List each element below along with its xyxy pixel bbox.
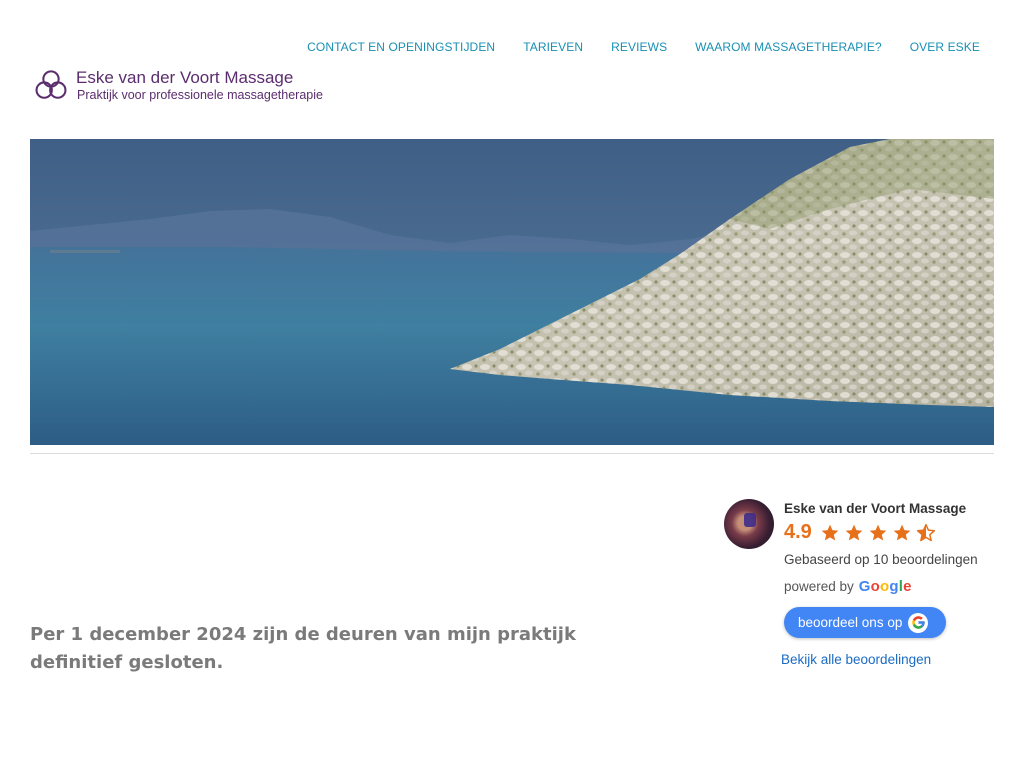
review-us-button[interactable]: beoordeel ons op <box>784 607 946 638</box>
triquetra-icon <box>35 70 67 99</box>
google-wordmark: Google <box>858 578 912 595</box>
coastal-landscape-image <box>30 139 994 445</box>
closure-message: Per 1 december 2024 zijn de deuren van m… <box>30 624 576 673</box>
site-logo[interactable]: Eske van der Voort Massage Praktijk voor… <box>34 68 323 103</box>
nav-item-waarom-massagetherapie[interactable]: WAAROM MASSAGETHERAPIE? <box>695 40 882 54</box>
rating-stars <box>820 523 936 543</box>
review-button-label: beoordeel ons op <box>798 615 903 630</box>
logo-title: Eske van der Voort Massage <box>76 68 294 87</box>
star-half-icon <box>916 523 935 541</box>
hero-image <box>30 139 994 445</box>
business-name: Eske van der Voort Massage <box>784 501 967 516</box>
star-full-icon <box>821 524 839 540</box>
nav-item-reviews[interactable]: REVIEWS <box>611 40 667 54</box>
nav-item-contact[interactable]: CONTACT EN OPENINGSTIJDEN <box>307 40 495 54</box>
main-navigation: CONTACT EN OPENINGSTIJDEN TARIEVEN REVIE… <box>307 40 980 54</box>
avatar <box>724 499 774 549</box>
powered-by-google: powered by Google <box>784 578 912 595</box>
star-full-icon <box>893 524 911 540</box>
rating-score: 4.9 <box>784 521 812 543</box>
based-on-count: Gebaseerd op 10 beoordelingen <box>784 552 978 567</box>
nav-item-over-eske[interactable]: OVER ESKE <box>910 40 980 54</box>
logo-text: Eske van der Voort Massage Praktijk voor… <box>76 68 323 103</box>
divider <box>30 453 994 454</box>
star-full-icon <box>869 524 887 540</box>
nav-item-tarieven[interactable]: TARIEVEN <box>523 40 583 54</box>
rating-row: 4.9 <box>784 521 936 544</box>
google-g-icon <box>908 612 929 633</box>
powered-by-label: powered by <box>784 579 854 594</box>
star-full-icon <box>845 524 863 540</box>
view-all-reviews-link[interactable]: Bekijk alle beoordelingen <box>781 652 931 667</box>
logo-subtitle: Praktijk voor professionele massagethera… <box>77 88 323 102</box>
